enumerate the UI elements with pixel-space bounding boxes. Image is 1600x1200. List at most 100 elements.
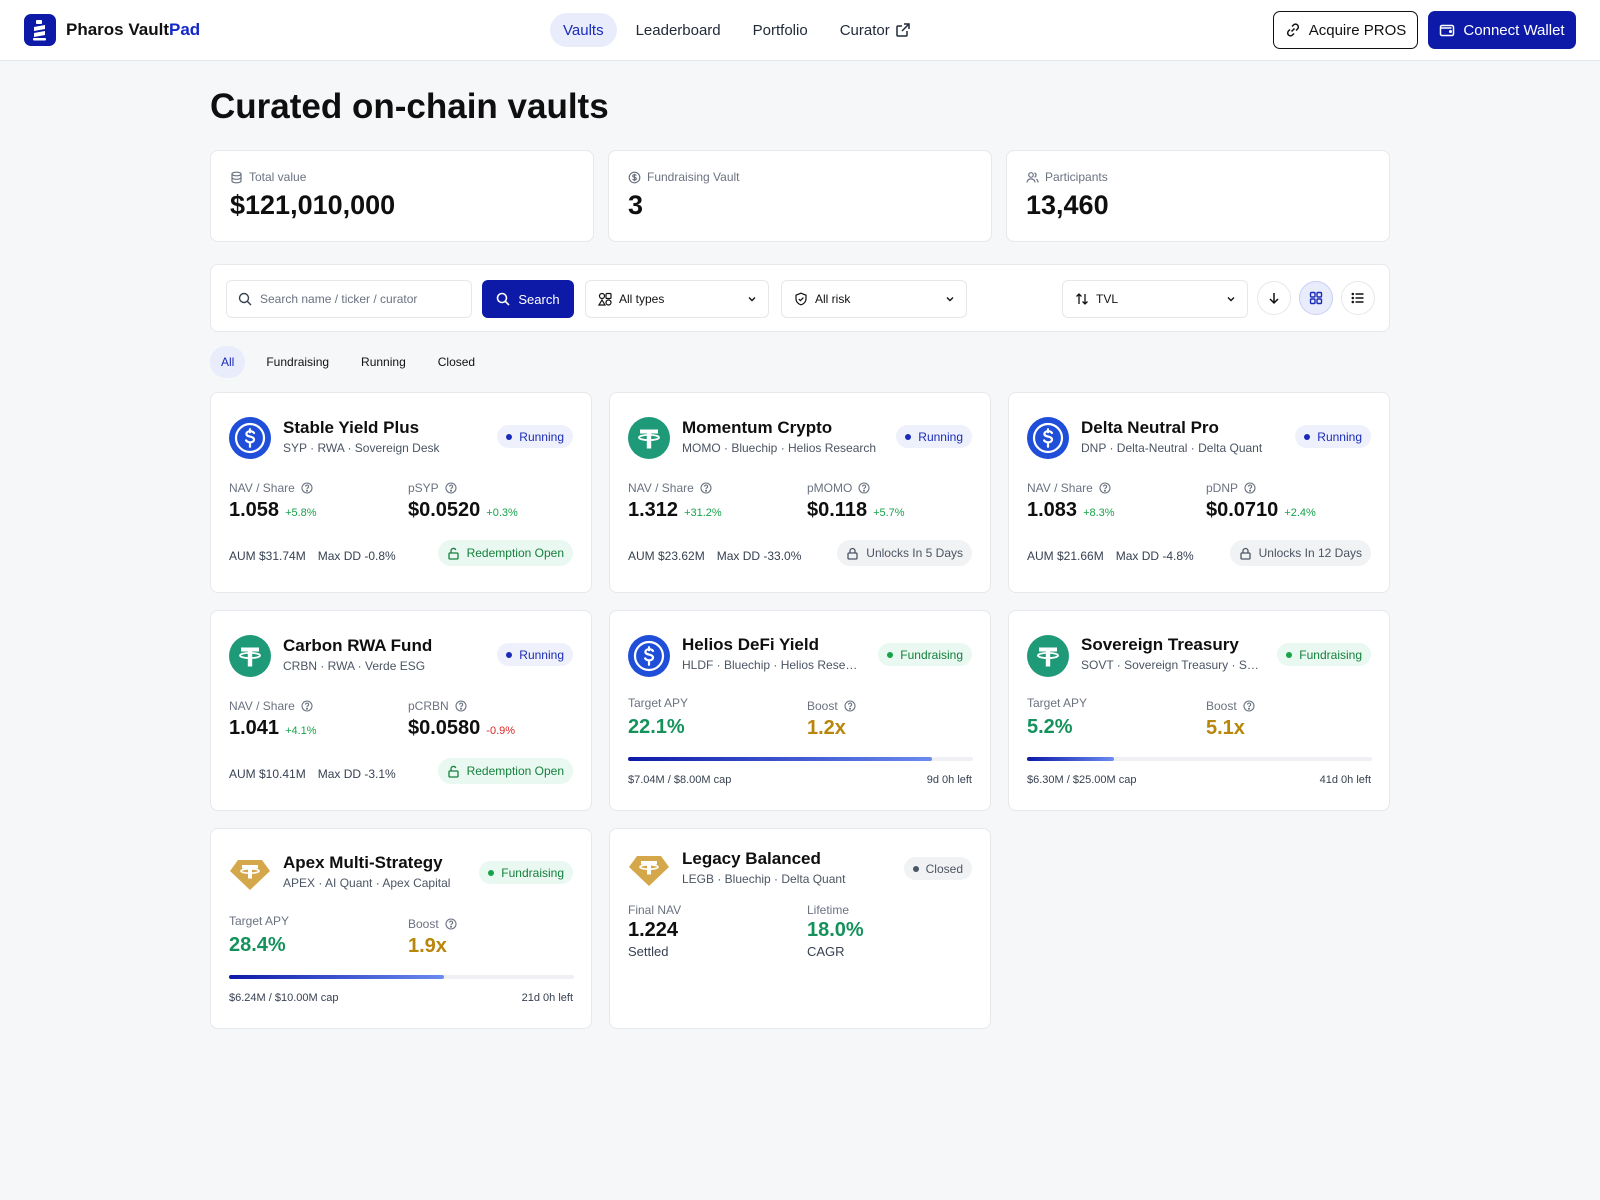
time-left: 41d 0h left [1319,774,1371,786]
chevron-down-icon [748,297,756,302]
help-icon[interactable] [858,482,870,494]
metric-change: +2.4% [1284,507,1316,519]
metric-change: +5.8% [285,507,317,519]
metric-label: pCRBN [408,699,449,713]
usdc-coin-icon [628,635,670,677]
fundraising-progress [229,975,574,979]
help-icon[interactable] [1244,482,1256,494]
brand[interactable]: Pharos VaultPad [24,14,200,46]
vault-card-apex-multi-strategy[interactable]: Apex Multi-Strategy APEX · AI Quant · Ap… [210,828,592,1029]
lifetime-label: Lifetime [807,903,850,917]
pill-label: Redemption Open [466,764,564,778]
raised-amount: $6.24M / $10.00M cap [229,992,339,1004]
stat-value: 13,460 [1026,190,1109,220]
vault-card-helios-defi-yield[interactable]: Helios DeFi Yield HLDF · Bluechip · Heli… [609,610,991,811]
final-nav-note: Settled [628,944,669,959]
type-select[interactable]: All types [585,280,769,318]
aum: AUM $31.74M [229,549,306,563]
main-nav: Vaults Leaderboard Portfolio Curator [550,13,929,47]
help-icon[interactable] [1243,700,1255,712]
help-icon[interactable] [301,482,313,494]
stat-label: Total value [249,170,307,184]
status-badge: Running [497,643,573,666]
status-label: Fundraising [900,647,963,662]
sort-direction-button[interactable] [1257,281,1291,315]
target-apy-value: 22.1% [628,716,685,738]
nav-vaults[interactable]: Vaults [550,13,617,47]
status-dot [506,433,513,440]
risk-select[interactable]: All risk [781,280,967,318]
token-price-value: $0.0520 +0.3% [408,499,518,522]
boost-value: 5.1x [1206,717,1245,739]
token-price-label: pSYP [408,481,457,495]
acquire-pros-label: Acquire PROS [1308,21,1407,39]
vault-card-delta-neutral-pro[interactable]: Delta Neutral Pro DNP · Delta-Neutral · … [1008,392,1390,593]
vault-name: Momentum Crypto [682,418,833,437]
vault-footer: AUM $21.66M Max DD -4.8% [1027,549,1194,563]
tab-fundraising[interactable]: Fundraising [255,346,340,378]
help-icon[interactable] [445,918,457,930]
search-input[interactable] [260,292,460,306]
sort-select-value: TVL [1096,292,1119,306]
help-icon[interactable] [445,482,457,494]
vault-name: Sovereign Treasury [1081,635,1239,654]
stat-fundraising-vault: Fundraising Vault 3 [608,150,992,242]
token-price-label: pCRBN [408,699,467,713]
pill-label: Unlocks In 5 Days [866,546,963,560]
max-drawdown: Max DD -4.8% [1115,549,1194,563]
metric-label: NAV / Share [628,481,694,495]
status-dot [488,869,495,876]
status-badge: Running [1295,425,1371,448]
nav-share-value: 1.083 +8.3% [1027,499,1115,522]
token-price-label: pMOMO [807,481,870,495]
vault-subtitle: DNP · Delta-Neutral · Delta Quant [1081,441,1263,455]
shield-check-icon [795,292,807,306]
vault-subtitle: HLDF · Bluechip · Helios Research [682,658,864,672]
help-icon[interactable] [844,700,856,712]
list-view-button[interactable] [1341,281,1375,315]
grid-view-button[interactable] [1299,281,1333,315]
acquire-pros-button[interactable]: Acquire PROS [1273,11,1418,49]
search-button[interactable]: Search [482,280,574,318]
boost-value: 1.9x [408,935,447,957]
help-icon[interactable] [1099,482,1111,494]
vault-card-momentum-crypto[interactable]: Momentum Crypto MOMO · Bluechip · Helios… [609,392,991,593]
metric-value: 1.058 [229,499,280,521]
metric-change: +8.3% [1083,507,1115,519]
metric-change: +5.7% [873,507,905,519]
vault-card-sovereign-treasury[interactable]: Sovereign Treasury SOVT · Sovereign Trea… [1008,610,1390,811]
top-navigation-bar: Pharos VaultPad Vaults Leaderboard Portf… [0,0,1600,61]
status-dot [887,651,894,658]
status-label: Running [519,647,564,662]
raised-amount: $6.30M / $25.00M cap [1027,774,1137,786]
nav-leaderboard[interactable]: Leaderboard [623,13,734,47]
status-badge: Fundraising [479,861,573,884]
time-left: 9d 0h left [926,774,972,786]
tab-closed[interactable]: Closed [427,346,486,378]
token-price-label: pDNP [1206,481,1256,495]
status-tabs: All Fundraising Running Closed [210,346,496,378]
vault-card-stable-yield-plus[interactable]: Stable Yield Plus SYP · RWA · Sovereign … [210,392,592,593]
help-icon[interactable] [455,700,467,712]
help-icon[interactable] [301,700,313,712]
metric-change: +31.2% [684,507,722,519]
sort-select[interactable]: TVL [1062,280,1248,318]
vault-footer: AUM $31.74M Max DD -0.8% [229,549,396,563]
nav-portfolio[interactable]: Portfolio [740,13,821,47]
help-icon[interactable] [700,482,712,494]
wallet-icon [1440,24,1455,37]
vault-card-legacy-balanced[interactable]: Legacy Balanced LEGB · Bluechip · Delta … [609,828,991,1029]
stat-label: Fundraising Vault [647,170,740,184]
gold-tether-icon [629,856,669,886]
search-box[interactable] [226,280,472,318]
nav-curator[interactable]: Curator [827,13,923,47]
connect-wallet-button[interactable]: Connect Wallet [1428,11,1576,49]
vault-card-carbon-rwa-fund[interactable]: Carbon RWA Fund CRBN · RWA · Verde ESG R… [210,610,592,811]
nav-share-label: NAV / Share [1027,481,1111,495]
tab-running[interactable]: Running [350,346,417,378]
tab-all[interactable]: All [210,346,246,378]
status-label: Fundraising [1299,647,1362,662]
unlock-icon [447,547,459,560]
lock-icon [847,547,858,560]
token-price-value: $0.0580 -0.9% [408,717,515,740]
